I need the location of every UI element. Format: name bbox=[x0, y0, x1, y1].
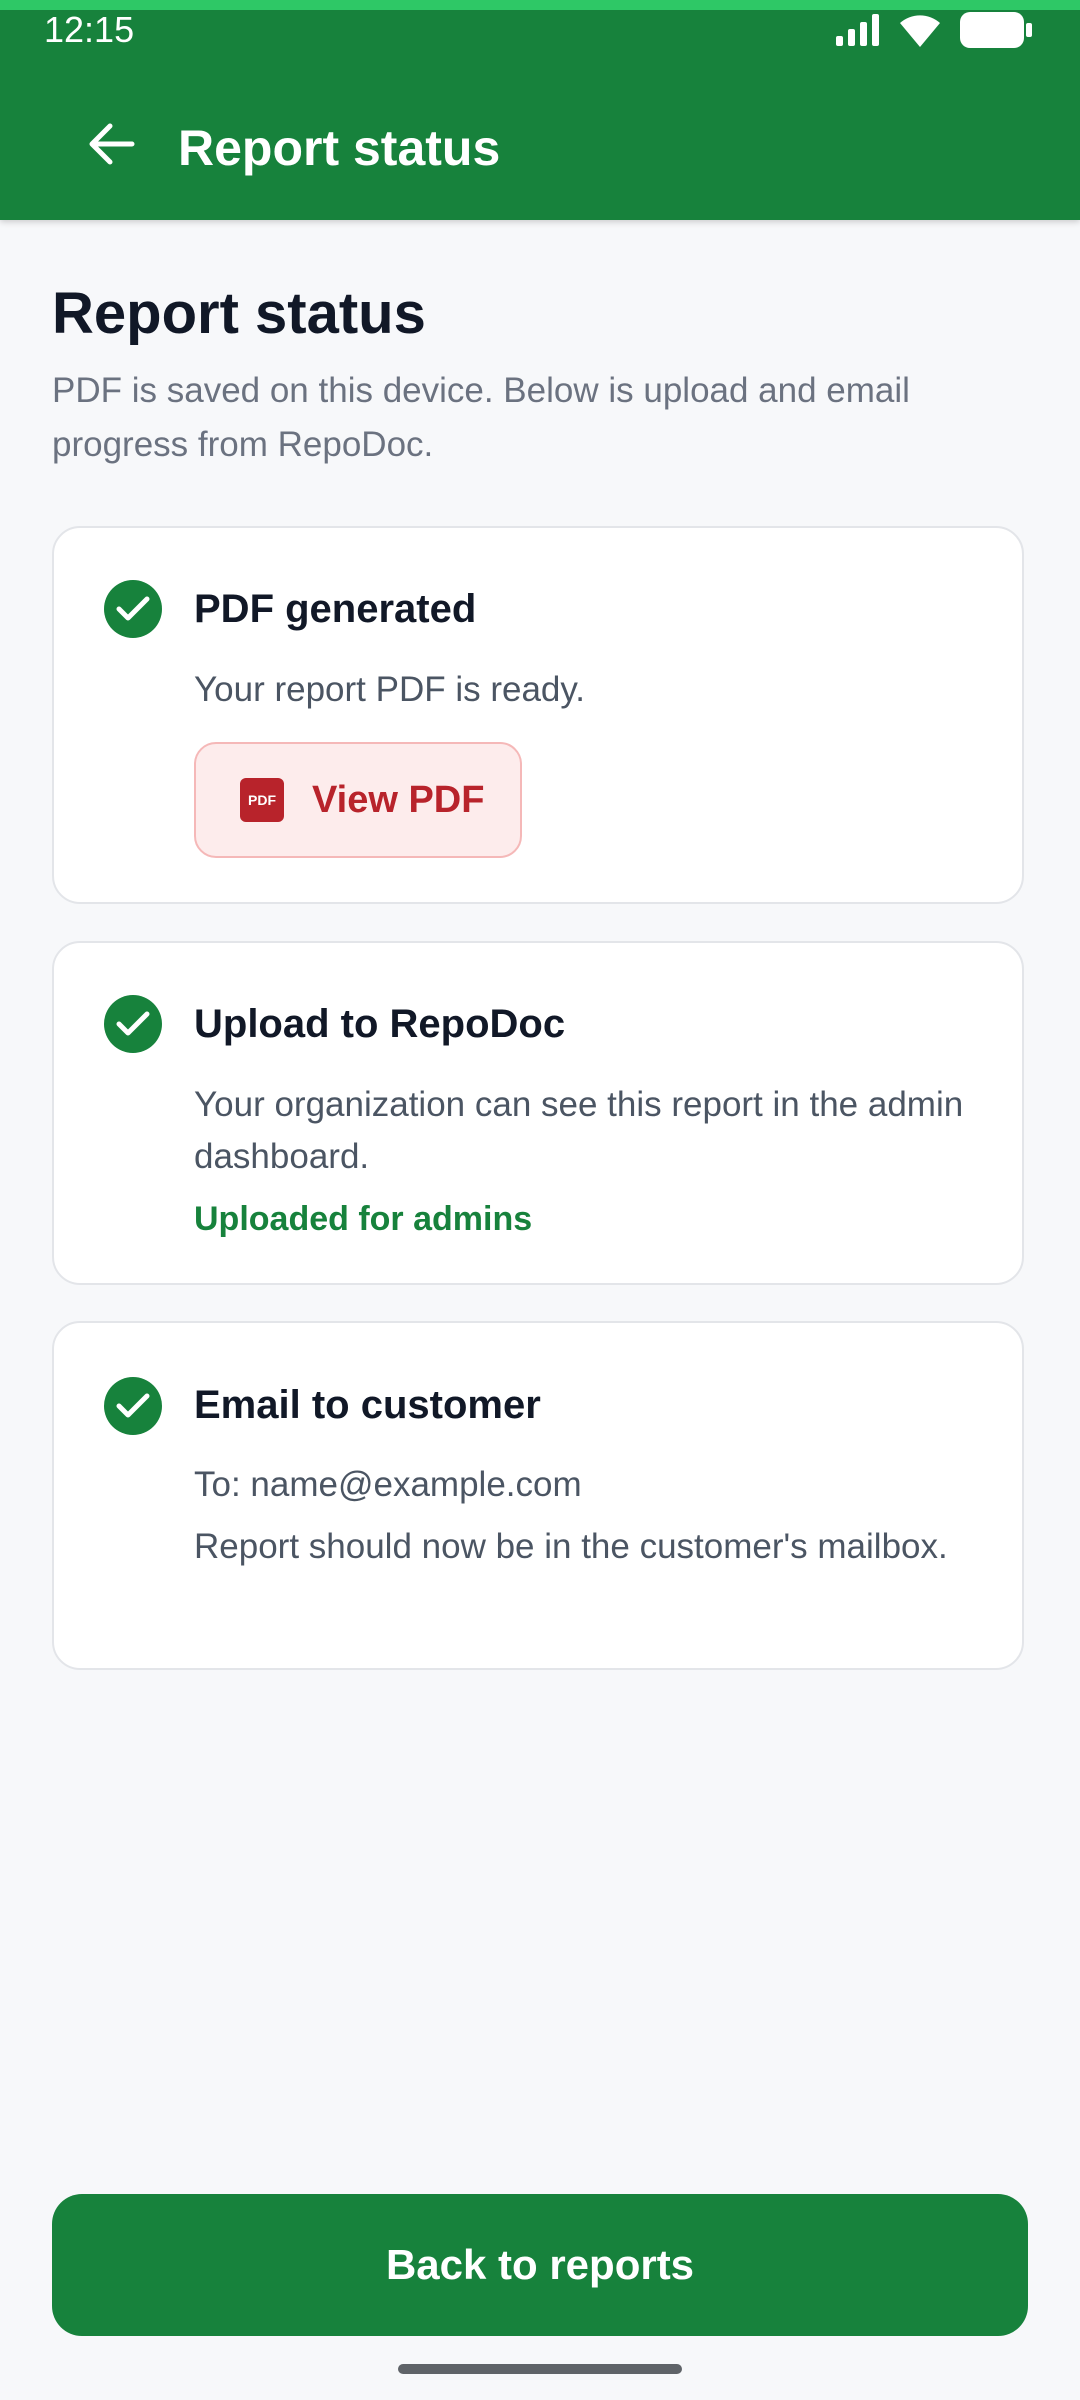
check-circle-icon bbox=[104, 580, 162, 638]
back-to-reports-button[interactable]: Back to reports bbox=[52, 2194, 1028, 2336]
step-card-pdf: PDF generated Your report PDF is ready. … bbox=[52, 526, 1024, 904]
arrow-left-icon bbox=[88, 122, 136, 171]
step-title: Upload to RepoDoc bbox=[194, 1002, 566, 1046]
app-bar-title: Report status bbox=[178, 120, 501, 176]
check-circle-icon bbox=[104, 995, 162, 1053]
pdf-file-icon: PDF bbox=[240, 778, 284, 822]
page-title: Report status bbox=[52, 281, 426, 346]
signal-icon bbox=[836, 13, 880, 51]
step-title: PDF generated bbox=[194, 587, 477, 631]
step-text: Your organization can see this report in… bbox=[194, 1085, 964, 1176]
home-indicator[interactable] bbox=[398, 2364, 682, 2374]
app-bar: 12:15 Report status bbox=[0, 0, 1080, 220]
check-circle-icon bbox=[104, 1377, 162, 1435]
step-text: Your report PDF is ready. bbox=[194, 670, 585, 709]
email-recipient: To: name@example.com bbox=[194, 1465, 582, 1504]
step-text: Report should now be in the customer's m… bbox=[194, 1527, 948, 1566]
back-button[interactable] bbox=[78, 112, 146, 180]
view-pdf-button[interactable]: PDF View PDF bbox=[194, 742, 522, 858]
status-time: 12:15 bbox=[44, 9, 135, 50]
view-pdf-label: View PDF bbox=[312, 779, 485, 821]
status-bar-accent bbox=[0, 0, 1080, 10]
step-title: Email to customer bbox=[194, 1383, 541, 1427]
wifi-icon bbox=[898, 13, 942, 52]
page-subtitle: PDF is saved on this device. Below is up… bbox=[52, 371, 910, 464]
battery-icon bbox=[960, 11, 1032, 53]
step-card-upload: Upload to RepoDoc Your organization can … bbox=[52, 941, 1024, 1285]
status-icons bbox=[836, 11, 1032, 53]
upload-status: Uploaded for admins bbox=[194, 1200, 533, 1238]
step-card-email: Email to customer To: name@example.com R… bbox=[52, 1321, 1024, 1670]
